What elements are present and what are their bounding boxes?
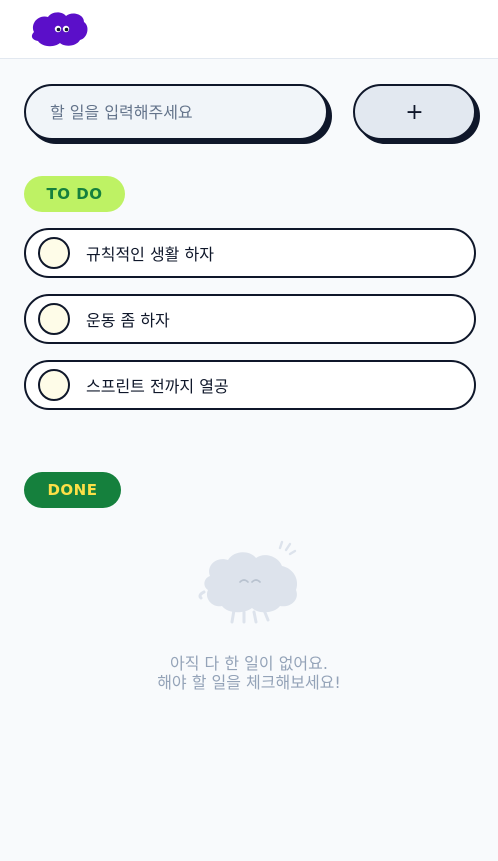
- logo-icon[interactable]: [28, 10, 90, 48]
- todo-checkbox[interactable]: [38, 369, 70, 401]
- done-section-badge: DONE: [24, 472, 121, 508]
- todo-item-label: 스프린트 전까지 열공: [86, 377, 229, 396]
- sleeping-blob-icon: [196, 536, 302, 628]
- todo-list: 규칙적인 생활 하자 운동 좀 하자 스프린트 전까지 열공: [24, 228, 476, 426]
- todo-item[interactable]: 운동 좀 하자: [24, 294, 476, 344]
- empty-message-line2: 해야 할 일을 체크해보세요!: [157, 673, 341, 692]
- add-button-wrapper: +: [353, 84, 480, 144]
- todo-item-label: 운동 좀 하자: [86, 311, 170, 330]
- todo-section-badge: TO DO: [24, 176, 125, 212]
- empty-done-message: 아직 다 한 일이 없어요. 해야 할 일을 체크해보세요!: [0, 654, 498, 692]
- todo-input[interactable]: [24, 84, 328, 140]
- empty-message-line1: 아직 다 한 일이 없어요.: [170, 654, 328, 673]
- todo-input-wrapper: [24, 84, 332, 144]
- todo-item-label: 규칙적인 생활 하자: [86, 245, 214, 264]
- app-header: [0, 0, 498, 59]
- add-todo-button[interactable]: +: [353, 84, 476, 140]
- todo-checkbox[interactable]: [38, 303, 70, 335]
- todo-item[interactable]: 규칙적인 생활 하자: [24, 228, 476, 278]
- todo-checkbox[interactable]: [38, 237, 70, 269]
- todo-item[interactable]: 스프린트 전까지 열공: [24, 360, 476, 410]
